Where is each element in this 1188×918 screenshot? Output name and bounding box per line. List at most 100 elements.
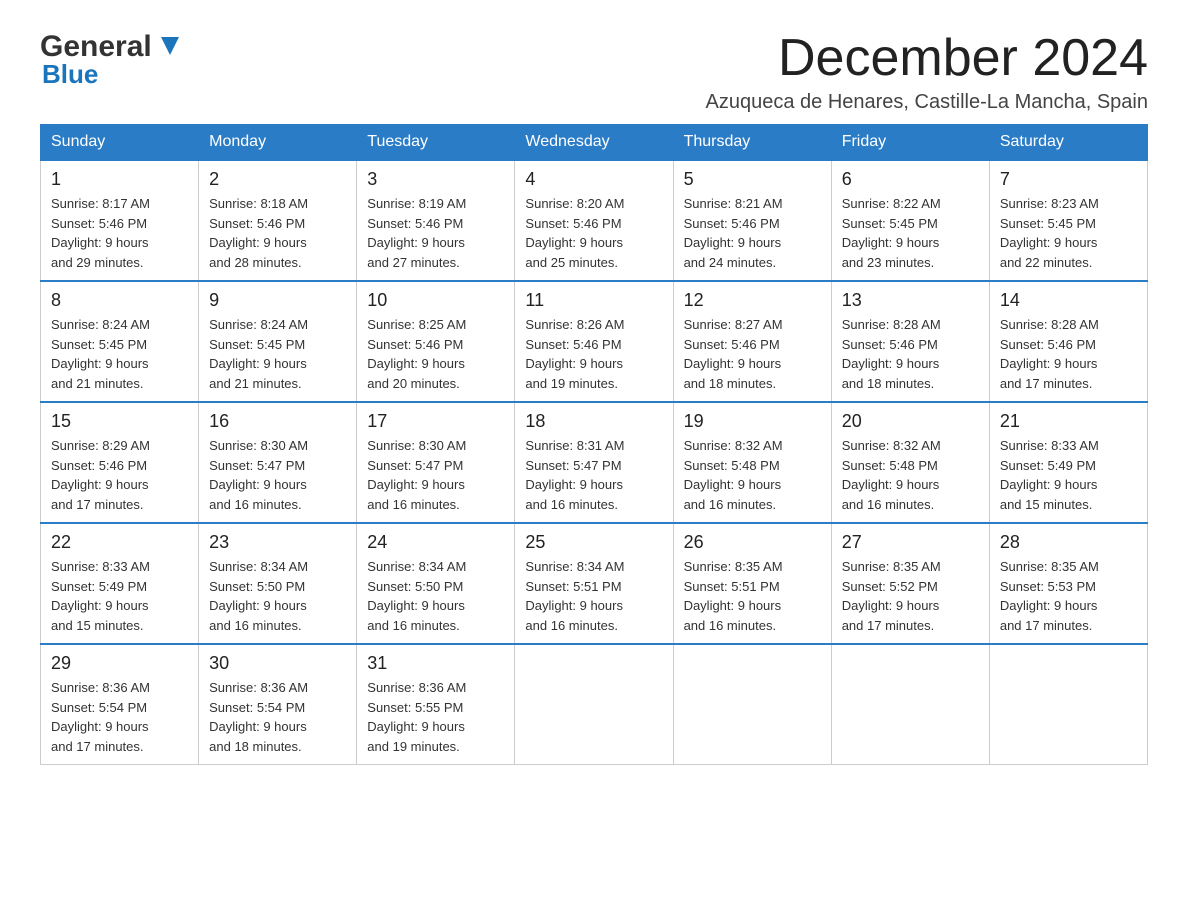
day-info: Sunrise: 8:26 AM Sunset: 5:46 PM Dayligh…: [525, 315, 662, 393]
day-info: Sunrise: 8:17 AM Sunset: 5:46 PM Dayligh…: [51, 194, 188, 272]
day-cell: [989, 644, 1147, 765]
day-info: Sunrise: 8:36 AM Sunset: 5:55 PM Dayligh…: [367, 678, 504, 756]
day-cell: 15 Sunrise: 8:29 AM Sunset: 5:46 PM Dayl…: [41, 402, 199, 523]
day-number: 3: [367, 169, 504, 190]
day-info: Sunrise: 8:28 AM Sunset: 5:46 PM Dayligh…: [842, 315, 979, 393]
day-number: 22: [51, 532, 188, 553]
day-number: 25: [525, 532, 662, 553]
day-number: 24: [367, 532, 504, 553]
day-info: Sunrise: 8:20 AM Sunset: 5:46 PM Dayligh…: [525, 194, 662, 272]
day-number: 11: [525, 290, 662, 311]
week-row-3: 15 Sunrise: 8:29 AM Sunset: 5:46 PM Dayl…: [41, 402, 1148, 523]
day-cell: 4 Sunrise: 8:20 AM Sunset: 5:46 PM Dayli…: [515, 160, 673, 281]
day-number: 10: [367, 290, 504, 311]
day-cell: 22 Sunrise: 8:33 AM Sunset: 5:49 PM Dayl…: [41, 523, 199, 644]
day-info: Sunrise: 8:35 AM Sunset: 5:53 PM Dayligh…: [1000, 557, 1137, 635]
day-number: 27: [842, 532, 979, 553]
day-info: Sunrise: 8:30 AM Sunset: 5:47 PM Dayligh…: [367, 436, 504, 514]
day-info: Sunrise: 8:34 AM Sunset: 5:50 PM Dayligh…: [209, 557, 346, 635]
day-cell: 30 Sunrise: 8:36 AM Sunset: 5:54 PM Dayl…: [199, 644, 357, 765]
day-info: Sunrise: 8:21 AM Sunset: 5:46 PM Dayligh…: [684, 194, 821, 272]
day-cell: 25 Sunrise: 8:34 AM Sunset: 5:51 PM Dayl…: [515, 523, 673, 644]
col-saturday: Saturday: [989, 125, 1147, 161]
day-number: 28: [1000, 532, 1137, 553]
col-sunday: Sunday: [41, 125, 199, 161]
day-cell: [831, 644, 989, 765]
col-thursday: Thursday: [673, 125, 831, 161]
day-info: Sunrise: 8:22 AM Sunset: 5:45 PM Dayligh…: [842, 194, 979, 272]
day-info: Sunrise: 8:36 AM Sunset: 5:54 PM Dayligh…: [209, 678, 346, 756]
day-number: 5: [684, 169, 821, 190]
day-cell: 1 Sunrise: 8:17 AM Sunset: 5:46 PM Dayli…: [41, 160, 199, 281]
day-info: Sunrise: 8:32 AM Sunset: 5:48 PM Dayligh…: [842, 436, 979, 514]
week-row-2: 8 Sunrise: 8:24 AM Sunset: 5:45 PM Dayli…: [41, 281, 1148, 402]
day-number: 31: [367, 653, 504, 674]
day-number: 6: [842, 169, 979, 190]
day-number: 12: [684, 290, 821, 311]
day-cell: 12 Sunrise: 8:27 AM Sunset: 5:46 PM Dayl…: [673, 281, 831, 402]
page-header: General Blue December 2024 Azuqueca de H…: [40, 30, 1148, 114]
day-info: Sunrise: 8:34 AM Sunset: 5:50 PM Dayligh…: [367, 557, 504, 635]
location-title: Azuqueca de Henares, Castille-La Mancha,…: [706, 91, 1148, 114]
day-cell: 20 Sunrise: 8:32 AM Sunset: 5:48 PM Dayl…: [831, 402, 989, 523]
day-number: 21: [1000, 411, 1137, 432]
day-cell: 28 Sunrise: 8:35 AM Sunset: 5:53 PM Dayl…: [989, 523, 1147, 644]
day-info: Sunrise: 8:23 AM Sunset: 5:45 PM Dayligh…: [1000, 194, 1137, 272]
week-row-5: 29 Sunrise: 8:36 AM Sunset: 5:54 PM Dayl…: [41, 644, 1148, 765]
day-number: 26: [684, 532, 821, 553]
col-wednesday: Wednesday: [515, 125, 673, 161]
col-monday: Monday: [199, 125, 357, 161]
day-cell: 3 Sunrise: 8:19 AM Sunset: 5:46 PM Dayli…: [357, 160, 515, 281]
day-cell: 8 Sunrise: 8:24 AM Sunset: 5:45 PM Dayli…: [41, 281, 199, 402]
day-number: 16: [209, 411, 346, 432]
day-cell: 7 Sunrise: 8:23 AM Sunset: 5:45 PM Dayli…: [989, 160, 1147, 281]
day-number: 15: [51, 411, 188, 432]
day-cell: 6 Sunrise: 8:22 AM Sunset: 5:45 PM Dayli…: [831, 160, 989, 281]
day-cell: 27 Sunrise: 8:35 AM Sunset: 5:52 PM Dayl…: [831, 523, 989, 644]
col-tuesday: Tuesday: [357, 125, 515, 161]
week-row-1: 1 Sunrise: 8:17 AM Sunset: 5:46 PM Dayli…: [41, 160, 1148, 281]
day-number: 23: [209, 532, 346, 553]
day-cell: 16 Sunrise: 8:30 AM Sunset: 5:47 PM Dayl…: [199, 402, 357, 523]
day-info: Sunrise: 8:36 AM Sunset: 5:54 PM Dayligh…: [51, 678, 188, 756]
day-cell: 2 Sunrise: 8:18 AM Sunset: 5:46 PM Dayli…: [199, 160, 357, 281]
day-number: 13: [842, 290, 979, 311]
calendar-header-row: Sunday Monday Tuesday Wednesday Thursday…: [41, 125, 1148, 161]
day-cell: [673, 644, 831, 765]
week-row-4: 22 Sunrise: 8:33 AM Sunset: 5:49 PM Dayl…: [41, 523, 1148, 644]
day-cell: [515, 644, 673, 765]
day-cell: 13 Sunrise: 8:28 AM Sunset: 5:46 PM Dayl…: [831, 281, 989, 402]
day-cell: 21 Sunrise: 8:33 AM Sunset: 5:49 PM Dayl…: [989, 402, 1147, 523]
day-cell: 9 Sunrise: 8:24 AM Sunset: 5:45 PM Dayli…: [199, 281, 357, 402]
day-number: 30: [209, 653, 346, 674]
day-cell: 11 Sunrise: 8:26 AM Sunset: 5:46 PM Dayl…: [515, 281, 673, 402]
day-number: 20: [842, 411, 979, 432]
day-info: Sunrise: 8:19 AM Sunset: 5:46 PM Dayligh…: [367, 194, 504, 272]
day-number: 19: [684, 411, 821, 432]
day-cell: 29 Sunrise: 8:36 AM Sunset: 5:54 PM Dayl…: [41, 644, 199, 765]
day-number: 2: [209, 169, 346, 190]
month-title: December 2024: [706, 30, 1148, 87]
logo: General Blue: [40, 30, 179, 90]
day-number: 7: [1000, 169, 1137, 190]
day-info: Sunrise: 8:35 AM Sunset: 5:51 PM Dayligh…: [684, 557, 821, 635]
day-cell: 14 Sunrise: 8:28 AM Sunset: 5:46 PM Dayl…: [989, 281, 1147, 402]
day-cell: 17 Sunrise: 8:30 AM Sunset: 5:47 PM Dayl…: [357, 402, 515, 523]
day-info: Sunrise: 8:34 AM Sunset: 5:51 PM Dayligh…: [525, 557, 662, 635]
day-info: Sunrise: 8:35 AM Sunset: 5:52 PM Dayligh…: [842, 557, 979, 635]
day-info: Sunrise: 8:32 AM Sunset: 5:48 PM Dayligh…: [684, 436, 821, 514]
day-cell: 31 Sunrise: 8:36 AM Sunset: 5:55 PM Dayl…: [357, 644, 515, 765]
logo-blue-text: Blue: [40, 59, 179, 90]
day-info: Sunrise: 8:28 AM Sunset: 5:46 PM Dayligh…: [1000, 315, 1137, 393]
day-cell: 10 Sunrise: 8:25 AM Sunset: 5:46 PM Dayl…: [357, 281, 515, 402]
day-info: Sunrise: 8:33 AM Sunset: 5:49 PM Dayligh…: [51, 557, 188, 635]
day-info: Sunrise: 8:25 AM Sunset: 5:46 PM Dayligh…: [367, 315, 504, 393]
day-number: 4: [525, 169, 662, 190]
day-cell: 18 Sunrise: 8:31 AM Sunset: 5:47 PM Dayl…: [515, 402, 673, 523]
day-cell: 5 Sunrise: 8:21 AM Sunset: 5:46 PM Dayli…: [673, 160, 831, 281]
day-cell: 19 Sunrise: 8:32 AM Sunset: 5:48 PM Dayl…: [673, 402, 831, 523]
day-cell: 24 Sunrise: 8:34 AM Sunset: 5:50 PM Dayl…: [357, 523, 515, 644]
day-number: 18: [525, 411, 662, 432]
day-number: 8: [51, 290, 188, 311]
day-number: 29: [51, 653, 188, 674]
